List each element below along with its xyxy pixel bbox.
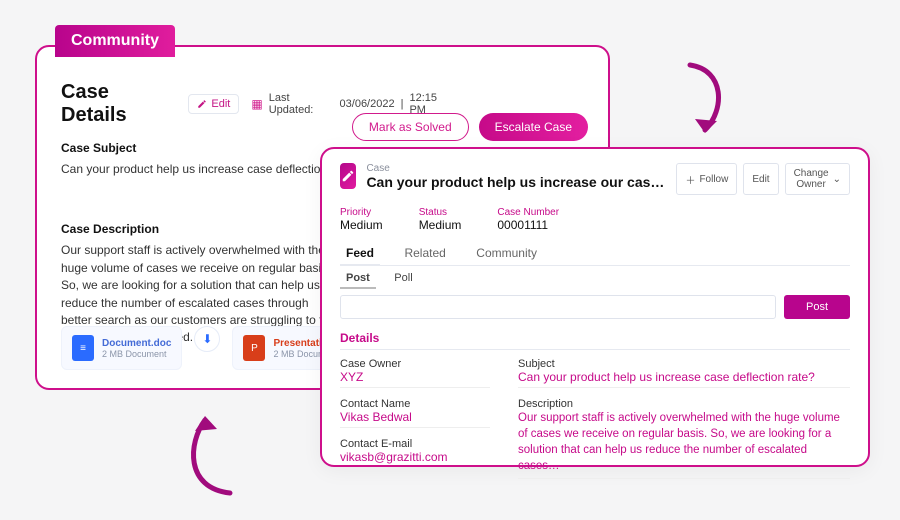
plus-icon: ＋: [685, 172, 695, 187]
calendar-icon: ▦: [251, 97, 262, 111]
case-title: Can your product help us increase our ca…: [366, 174, 666, 190]
case-tabs: Feed Related Community: [340, 242, 850, 266]
post-input[interactable]: [340, 295, 776, 319]
attachment-meta: 2 MB Document: [102, 349, 171, 359]
edit-button[interactable]: Edit: [188, 94, 239, 114]
tab-feed[interactable]: Feed: [340, 242, 380, 265]
case-number-field: Case Number 00001111: [497, 207, 559, 232]
case-record-icon: [340, 163, 356, 189]
follow-button[interactable]: ＋ Follow: [676, 163, 737, 195]
community-tab[interactable]: Community: [55, 25, 175, 57]
arrow-down-icon: [670, 55, 740, 155]
case-record-panel: Case Can your product help us increase o…: [320, 147, 870, 467]
mark-as-solved-button[interactable]: Mark as Solved: [352, 113, 469, 141]
attachment-name: Document.doc: [102, 338, 171, 349]
last-updated-label: Last Updated:: [269, 92, 334, 116]
chevron-down-icon: ⌄: [833, 174, 841, 185]
post-button[interactable]: Post: [784, 295, 850, 319]
priority-field: Priority Medium: [340, 207, 383, 232]
pencil-icon: [197, 99, 207, 109]
arrow-up-icon: [170, 398, 250, 508]
case-owner-field: Case Owner XYZ: [340, 358, 490, 388]
ppt-file-icon: P: [243, 335, 265, 361]
page-title: Case Details: [61, 81, 176, 127]
escalate-case-button[interactable]: Escalate Case: [479, 113, 588, 141]
doc-file-icon: ≡: [72, 335, 94, 361]
record-type-label: Case: [366, 163, 666, 174]
tab-community[interactable]: Community: [470, 242, 543, 264]
subtab-poll[interactable]: Poll: [388, 269, 418, 287]
contact-name-field: Contact Name Vikas Bedwal: [340, 398, 490, 428]
subject-field: Subject Can your product help us increas…: [518, 358, 850, 388]
description-field: Description Our support staff is activel…: [518, 398, 850, 479]
download-icon[interactable]: ⬇: [194, 326, 220, 352]
contact-email-field: Contact E-mail vikasb@grazitti.com: [340, 438, 490, 468]
attachment-document[interactable]: ≡ Document.doc 2 MB Document: [61, 326, 182, 370]
subtab-post[interactable]: Post: [340, 269, 376, 289]
tab-related[interactable]: Related: [398, 242, 451, 264]
feed-subtabs: Post Poll: [340, 268, 850, 289]
details-heading: Details: [340, 331, 850, 350]
change-owner-button[interactable]: Change Owner ⌄: [785, 163, 850, 195]
edit-button-label: Edit: [211, 98, 230, 110]
status-field: Status Medium: [419, 207, 462, 232]
edit-button[interactable]: Edit: [743, 163, 778, 195]
last-updated-date: 03/06/2022: [340, 98, 395, 110]
